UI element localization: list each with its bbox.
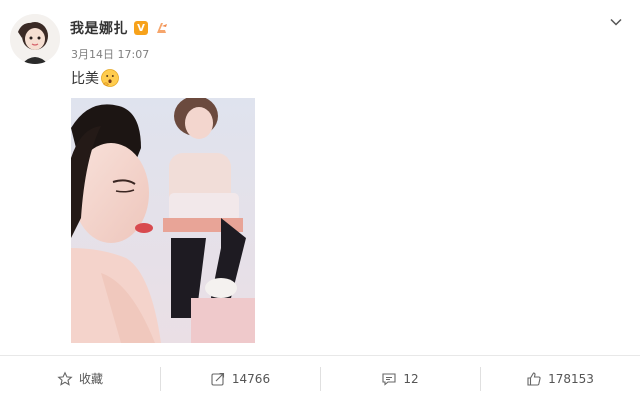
- avatar[interactable]: [10, 14, 60, 64]
- like-button[interactable]: 178153: [480, 366, 640, 391]
- repost-count: 14766: [231, 371, 271, 386]
- comment-bubble-icon: [382, 372, 396, 386]
- share-out-icon: [211, 372, 224, 386]
- post-action-toolbar: 收藏 14766 12 178153: [0, 355, 640, 400]
- member-level-icon[interactable]: [154, 20, 170, 36]
- photo-image: [71, 98, 255, 343]
- post-timestamp[interactable]: 3月14日 17:07: [71, 46, 149, 62]
- thinking-face-emoji-icon: [101, 69, 119, 87]
- post-text-row: 比美: [71, 68, 120, 88]
- star-outline-icon: [57, 370, 73, 386]
- post-photo[interactable]: [71, 98, 255, 343]
- post-text: 比美: [71, 71, 99, 87]
- favorite-button[interactable]: 收藏: [0, 367, 160, 391]
- avatar-illustration: [10, 14, 60, 64]
- verified-badge-icon: V: [134, 21, 148, 35]
- user-row: 我是娜扎 V: [70, 17, 170, 39]
- like-count: 178153: [548, 371, 594, 386]
- repost-button[interactable]: 14766: [160, 366, 320, 391]
- weibo-post-card: 我是娜扎 V 3月14日 17:07 比美 收藏 14766 12 178153: [0, 0, 640, 400]
- comment-button[interactable]: 12: [320, 366, 480, 391]
- comment-count: 12: [403, 371, 419, 386]
- thumbs-up-icon: [527, 371, 541, 386]
- username[interactable]: 我是娜扎: [70, 18, 128, 38]
- favorite-label: 收藏: [78, 372, 103, 386]
- chevron-down-icon[interactable]: [608, 14, 624, 30]
